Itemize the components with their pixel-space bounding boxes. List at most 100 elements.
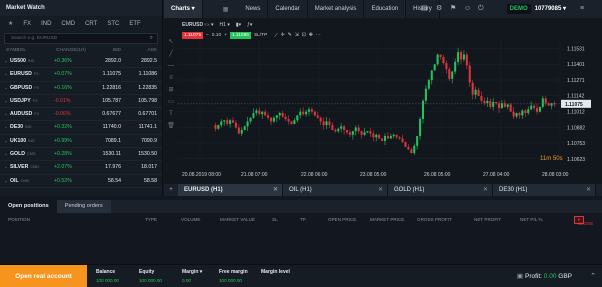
- favorites-star-icon[interactable]: ★: [3, 20, 18, 27]
- symbol-name: DE30: [10, 124, 23, 131]
- chart-tab-oil[interactable]: OIL (H1) ✕: [283, 184, 388, 196]
- close-icon[interactable]: ✕: [378, 184, 383, 196]
- tab-cmd[interactable]: CMD: [56, 21, 80, 27]
- volume-minus[interactable]: −: [206, 33, 209, 38]
- price-chart[interactable]: 1.11531 1.11401 1.11271 1.11142 1.11012 1.108…: [164, 18, 602, 184]
- expand-icon[interactable]: ⌃: [590, 272, 596, 280]
- chart-area[interactable]: 1.11531 1.11401 1.11271 1.11142 1.11012 1.108…: [164, 18, 602, 184]
- cursor-icon[interactable]: ↖: [166, 36, 176, 48]
- tab-open-positions[interactable]: Open positions: [0, 200, 57, 213]
- tab-stc[interactable]: STC: [102, 21, 124, 27]
- sell-button[interactable]: 1.11075: [182, 32, 203, 39]
- market-row-silver[interactable]: ⌄ SILVER CMD +2.07% 17.976 18.017: [0, 161, 163, 175]
- row-bid[interactable]: 7089.1: [91, 135, 127, 148]
- col-tp: TP: [300, 217, 306, 222]
- chart-tab-gold[interactable]: GOLD (H1) ✕: [388, 184, 493, 196]
- chart-tab-de30[interactable]: DE30 (H1) ✕: [493, 184, 596, 196]
- close-icon[interactable]: ✕: [483, 184, 488, 196]
- menu-icon[interactable]: ≡: [580, 0, 584, 18]
- chart-tab-eurusd[interactable]: EURUSD (H1) ✕: [178, 184, 283, 196]
- tab-crt[interactable]: CRT: [80, 21, 102, 27]
- market-row-oil[interactable]: ⌄ OIL CMD +0.52% 58.54 58.58: [0, 175, 162, 188]
- candle-type-icon[interactable]: ▮▾: [236, 22, 241, 28]
- row-ask[interactable]: 105.798: [127, 95, 163, 108]
- line-tool-icon[interactable]: ╱: [166, 48, 176, 60]
- drag-icon[interactable]: ✥: [309, 33, 313, 38]
- row-bid[interactable]: 2892.0: [91, 55, 127, 68]
- tab-pending-orders[interactable]: Pending orders: [56, 200, 111, 213]
- row-ask[interactable]: 1.11086: [127, 68, 163, 81]
- row-bid[interactable]: 17.976: [91, 161, 127, 174]
- buy-button[interactable]: 1.11086: [229, 32, 251, 39]
- market-row-gold[interactable]: ⌄ GOLD CMD +0.28% 1530.11 1530.50: [0, 148, 163, 162]
- snapshot-icon[interactable]: ⊡: [302, 33, 306, 38]
- market-row-us500[interactable]: ⌄ US500 IND +0.36% 2892.0 2892.5: [0, 55, 163, 69]
- horizontal-line-icon[interactable]: —: [166, 60, 176, 72]
- row-bid[interactable]: 1530.11: [91, 148, 127, 161]
- row-ask[interactable]: 18.017: [127, 161, 163, 174]
- text-tool-icon[interactable]: T: [166, 108, 176, 120]
- add-chart-button[interactable]: +: [164, 184, 178, 196]
- row-ask[interactable]: 1530.50: [127, 148, 163, 161]
- more-tools-icon[interactable]: ⋯: [316, 33, 321, 38]
- layout-grid-icon[interactable]: ▦: [223, 6, 229, 13]
- row-ask[interactable]: 11741.1: [127, 121, 163, 134]
- settings-icon[interactable]: ⚙: [436, 0, 442, 18]
- candle-body: [226, 120, 229, 124]
- measure-icon[interactable]: ⇲: [295, 33, 299, 38]
- market-row-uk100[interactable]: ⌄ UK100 IND +0.99% 7089.1 7090.9: [0, 135, 163, 149]
- sl-tp-button[interactable]: SL/TP: [254, 33, 267, 38]
- row-ask[interactable]: 1.22835: [127, 82, 163, 95]
- market-row-audusd[interactable]: ⌄ AUDUSD FX -0.06% 0.67677 0.67701: [0, 108, 163, 122]
- margin-dropdown-icon[interactable]: ▾: [200, 269, 203, 275]
- tab-market-analysis[interactable]: Market analysis: [308, 0, 365, 18]
- market-row-eurusd[interactable]: ⌄ EURUSD FX +0.07% 1.11075 1.11086: [0, 68, 163, 82]
- trend-icon[interactable]: ⟋: [274, 33, 277, 39]
- candle-body: [459, 52, 463, 60]
- shape-icon[interactable]: ▭: [166, 96, 176, 108]
- market-row-usdjpy[interactable]: ⌄ USDJPY FX -0.01% 105.787 105.798: [0, 95, 163, 109]
- dashboard-icon[interactable]: ▤: [421, 0, 428, 18]
- flag-icon[interactable]: ⚑: [450, 0, 456, 18]
- open-real-account-button[interactable]: Open real account: [0, 265, 87, 287]
- row-bid[interactable]: 58.54: [91, 175, 127, 188]
- crosshair-icon[interactable]: ✛: [281, 33, 285, 38]
- row-bid[interactable]: 11740.0: [91, 121, 127, 134]
- close-icon[interactable]: ✕: [586, 184, 591, 196]
- stat-margin: Margin ▾ 0.00: [182, 269, 202, 283]
- fibonacci-icon[interactable]: ⊞: [166, 84, 176, 96]
- candle-body: [524, 110, 527, 113]
- logout-icon[interactable]: ⏻: [478, 0, 484, 18]
- row-bid[interactable]: 0.67677: [91, 108, 127, 121]
- trash-icon[interactable]: 🗑: [166, 120, 176, 132]
- close-all-button[interactable]: CLOSE ▾: [573, 216, 593, 226]
- market-row-gbpusd[interactable]: ⌄ GBPUSD FX +0.16% 1.22816 1.22835: [0, 82, 162, 95]
- indicators-icon[interactable]: ƒ▾: [247, 22, 252, 28]
- row-bid[interactable]: 1.11075: [91, 68, 127, 81]
- tab-etf[interactable]: ETF: [124, 21, 145, 27]
- row-ask[interactable]: 58.58: [127, 175, 163, 188]
- tab-charts[interactable]: Charts ▾: [164, 0, 203, 18]
- timeframe-selector[interactable]: H1 ▾: [220, 22, 230, 28]
- channel-icon[interactable]: ≡: [166, 72, 176, 84]
- volume-input[interactable]: 0.10: [212, 33, 221, 38]
- tab-fx[interactable]: FX: [18, 21, 36, 27]
- candle-body: [442, 57, 445, 64]
- row-bid[interactable]: 105.787: [91, 95, 127, 108]
- row-ask[interactable]: 7090.9: [127, 135, 163, 148]
- tab-calendar[interactable]: Calendar: [268, 0, 308, 18]
- row-bid[interactable]: 1.22816: [91, 82, 127, 95]
- row-ask[interactable]: 0.67701: [127, 108, 163, 121]
- symbol-search-input[interactable]: Search e.g. EURUSD ⌕: [4, 33, 158, 44]
- tab-news[interactable]: News: [238, 0, 269, 18]
- row-ask[interactable]: 2892.5: [127, 55, 163, 68]
- tab-ind[interactable]: IND: [36, 21, 56, 27]
- symbol-selector[interactable]: EURUSD FX ▾: [182, 22, 214, 28]
- tab-education[interactable]: Education: [364, 0, 407, 18]
- market-row-de30[interactable]: ⌄ DE30 IND +0.32% 11740.0 11741.1: [0, 121, 163, 135]
- account-info[interactable]: DEMO 10779085 ▾: [506, 0, 566, 18]
- volume-plus[interactable]: +: [224, 33, 227, 38]
- draw-icon[interactable]: ✎: [288, 33, 292, 38]
- close-icon[interactable]: ✕: [273, 184, 278, 196]
- user-icon[interactable]: ☺: [464, 0, 471, 18]
